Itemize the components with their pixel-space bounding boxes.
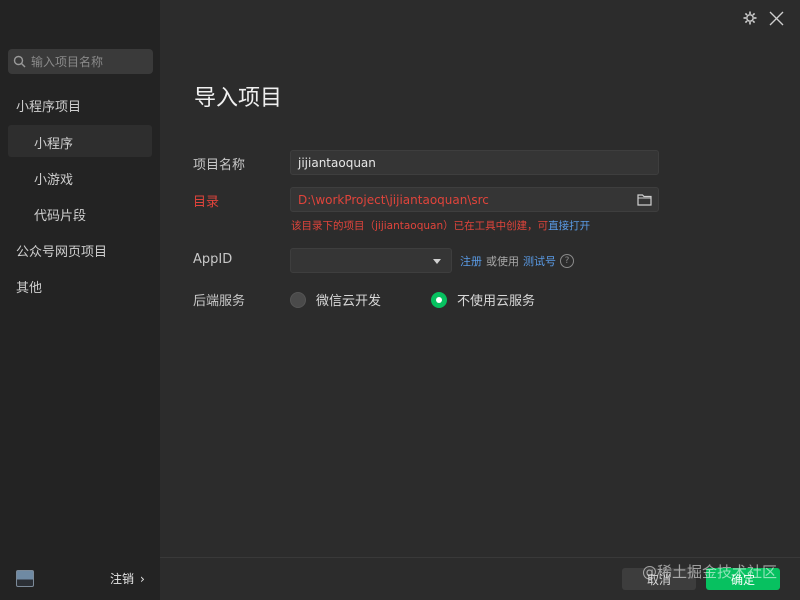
sidebar-active-highlight bbox=[8, 125, 152, 157]
gear-icon[interactable] bbox=[743, 11, 757, 25]
sidebar-item-minigame[interactable]: 小游戏 bbox=[34, 169, 73, 188]
radio-no-cloud-label: 不使用云服务 bbox=[457, 294, 536, 309]
project-name-value: jijiantaoquan bbox=[298, 155, 376, 170]
radio-cloud-dev[interactable]: 微信云开发 bbox=[290, 290, 381, 309]
ok-button[interactable]: 确定 bbox=[706, 568, 780, 590]
folder-icon[interactable] bbox=[637, 193, 652, 206]
project-name-input[interactable]: jijiantaoquan bbox=[290, 150, 659, 175]
chevron-right-icon: › bbox=[140, 571, 145, 586]
appid-select[interactable] bbox=[290, 248, 452, 273]
test-account-link[interactable]: 测试号 bbox=[523, 253, 556, 269]
appid-links: 注册 或使用 测试号 ? bbox=[460, 253, 574, 269]
directory-error-hint: 该目录下的项目（jijiantaoquan）已在工具中创建，可直接打开 bbox=[291, 218, 590, 233]
avatar[interactable] bbox=[16, 570, 34, 587]
backend-service-label: 后端服务 bbox=[193, 294, 246, 309]
open-directly-link[interactable]: 直接打开 bbox=[548, 220, 590, 232]
sidebar-item-official-account[interactable]: 公众号网页项目 bbox=[16, 241, 107, 260]
hint-middle: ）已在工具中创建，可 bbox=[443, 220, 549, 232]
page-title: 导入项目 bbox=[194, 86, 283, 111]
sidebar-item-code-snippet[interactable]: 代码片段 bbox=[34, 205, 86, 224]
sidebar-item-other[interactable]: 其他 bbox=[16, 277, 42, 296]
directory-label: 目录 bbox=[193, 195, 220, 210]
register-link[interactable]: 注册 bbox=[460, 253, 482, 269]
sidebar-item-miniprogram-project[interactable]: 小程序项目 bbox=[16, 96, 81, 115]
cancel-button[interactable]: 取消 bbox=[622, 568, 696, 590]
search-placeholder: 输入项目名称 bbox=[31, 55, 104, 69]
hint-prefix: 该目录下的项目（ bbox=[291, 220, 375, 232]
sidebar bbox=[0, 0, 160, 600]
chevron-down-icon bbox=[433, 259, 441, 264]
radio-cloud-dev-label: 微信云开发 bbox=[316, 294, 382, 309]
bottom-bar bbox=[160, 557, 800, 600]
project-name-label: 项目名称 bbox=[193, 158, 246, 173]
or-use-text: 或使用 bbox=[486, 255, 519, 268]
sidebar-item-miniprogram[interactable]: 小程序 bbox=[34, 133, 73, 152]
appid-label: AppID bbox=[193, 252, 233, 267]
help-icon[interactable]: ? bbox=[560, 254, 574, 268]
directory-input[interactable]: D:\workProject\jijiantaoquan\src bbox=[290, 187, 659, 212]
logout-label: 注销 bbox=[110, 572, 135, 586]
radio-no-cloud[interactable]: 不使用云服务 bbox=[431, 290, 535, 309]
search-input[interactable]: 输入项目名称 bbox=[8, 49, 153, 74]
logout-button[interactable]: 注销 › bbox=[110, 570, 145, 587]
hint-project-name: jijiantaoquan bbox=[375, 220, 444, 232]
radio-unchecked[interactable] bbox=[290, 291, 306, 308]
radio-checked[interactable] bbox=[431, 291, 447, 308]
close-icon[interactable] bbox=[769, 11, 784, 26]
search-icon bbox=[13, 55, 26, 68]
directory-value: D:\workProject\jijiantaoquan\src bbox=[298, 192, 489, 207]
